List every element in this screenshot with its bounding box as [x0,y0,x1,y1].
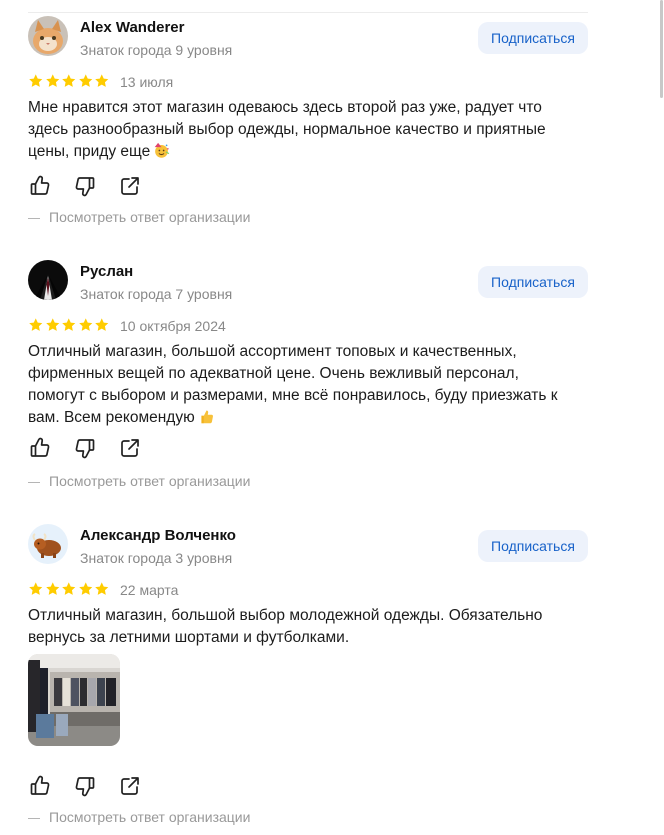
star-icon [62,74,76,87]
star-icon [29,582,43,595]
star-icon [78,582,92,595]
top-divider [28,12,588,13]
yak-avatar-image [28,524,68,564]
review-actions [28,436,163,460]
like-icon[interactable] [28,174,52,198]
review-date: 10 октября 2024 [120,318,226,334]
answer-link-label: Посмотреть ответ организации [49,473,251,489]
star-icon [45,582,59,595]
party-face-emoji-icon [154,142,170,158]
like-icon[interactable] [28,774,52,798]
rating-stars [28,317,110,333]
author-level: Знаток города 7 уровня [80,286,233,302]
cat-avatar-image [28,16,68,56]
subscribe-button[interactable]: Подписаться [478,22,588,54]
dash-icon [28,817,40,819]
view-organization-answer-link[interactable]: Посмотреть ответ организации [28,209,250,225]
review-text: Отличный магазин, большой выбор молодежн… [28,605,573,649]
star-icon [62,582,76,595]
dash-icon [28,217,40,219]
star-icon [45,318,59,331]
review-photo[interactable] [28,654,120,746]
thumbs-up-emoji-icon [201,410,213,424]
star-icon [29,318,43,331]
share-icon[interactable] [118,774,142,798]
review-text-content: Отличный магазин, большой ассортимент то… [28,343,558,426]
star-icon [95,582,109,595]
dislike-icon[interactable] [73,774,97,798]
dislike-icon[interactable] [73,174,97,198]
review-actions [28,774,163,798]
suit-avatar-image [28,260,68,300]
review-text-content: Отличный магазин, большой выбор молодежн… [28,607,543,646]
star-icon [78,318,92,331]
author-level: Знаток города 9 уровня [80,42,233,58]
review-actions [28,174,163,198]
dislike-icon[interactable] [73,436,97,460]
dash-icon [28,481,40,483]
rating-stars [28,581,110,597]
star-icon [45,74,59,87]
review-text-content: Мне нравится этот магазин одеваюсь здесь… [28,99,546,160]
review-date: 22 марта [120,582,179,598]
avatar[interactable] [28,260,68,300]
avatar[interactable] [28,16,68,56]
author-level: Знаток города 3 уровня [80,550,233,566]
star-icon [62,318,76,331]
answer-link-label: Посмотреть ответ организации [49,209,251,225]
author-name[interactable]: Alex Wanderer [80,19,184,37]
share-icon[interactable] [118,174,142,198]
star-icon [78,74,92,87]
store-interior-image [28,654,120,746]
star-icon [95,74,109,87]
answer-link-label: Посмотреть ответ организации [49,809,251,825]
like-icon[interactable] [28,436,52,460]
star-icon [29,74,43,87]
subscribe-button[interactable]: Подписаться [478,266,588,298]
view-organization-answer-link[interactable]: Посмотреть ответ организации [28,473,250,489]
author-name[interactable]: Александр Волченко [80,527,236,545]
avatar[interactable] [28,524,68,564]
review-text: Мне нравится этот магазин одеваюсь здесь… [28,97,573,163]
view-organization-answer-link[interactable]: Посмотреть ответ организации [28,809,250,825]
review-text: Отличный магазин, большой ассортимент то… [28,341,573,429]
scrollbar-track[interactable] [658,0,664,835]
star-icon [95,318,109,331]
rating-stars [28,73,110,89]
author-name[interactable]: Руслан [80,263,133,281]
scrollbar-thumb[interactable] [660,0,663,98]
subscribe-button[interactable]: Подписаться [478,530,588,562]
review-date: 13 июля [120,74,174,90]
share-icon[interactable] [118,436,142,460]
